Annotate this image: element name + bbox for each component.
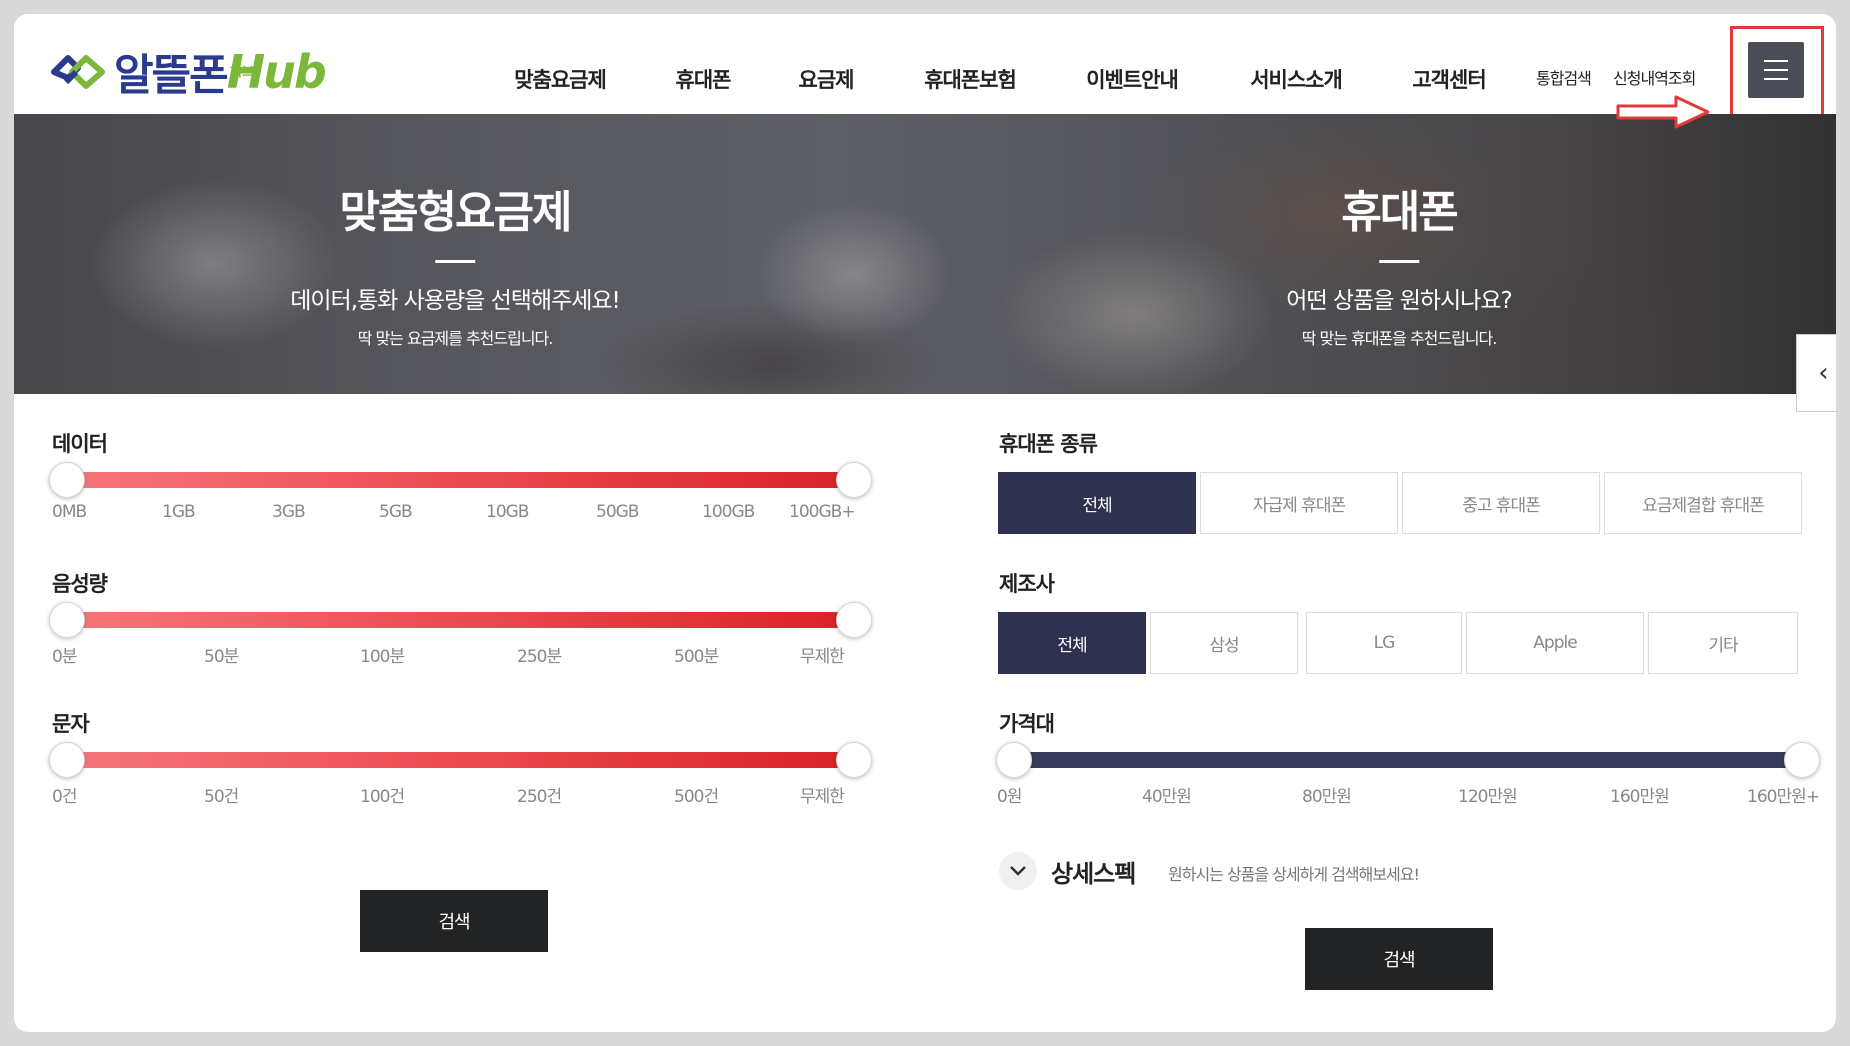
detail-spec-desc: 원하시는 상품을 상세하게 검색해보세요! <box>1168 865 1420 884</box>
sms-tick-label: 500건 <box>674 787 719 807</box>
nav-item-plan[interactable]: 요금제 <box>799 64 855 94</box>
sms-tick-label: 무제한 <box>800 787 845 807</box>
banner-divider <box>1379 260 1419 263</box>
site-logo[interactable]: 알뜰폰 Hub <box>48 42 327 102</box>
data-label: 데이터 <box>52 432 108 456</box>
data-tick-label: 50GB <box>596 502 639 522</box>
sms-label: 문자 <box>52 712 90 736</box>
page-frame: 알뜰폰 Hub 허브 맞춤요금제 휴대폰 요금제 휴대폰보험 이벤트안내 서비스… <box>14 14 1836 1032</box>
data-slider-max-handle[interactable] <box>836 462 872 498</box>
nav-item-service-intro[interactable]: 서비스소개 <box>1250 64 1343 94</box>
hero-banner: 맞춤형요금제 데이터,통화 사용량을 선택해주세요! 딱 맞는 요금제를 추천드… <box>14 114 1836 394</box>
sms-slider-min-handle[interactable] <box>49 742 85 778</box>
banner-title: 맞춤형요금제 <box>339 187 573 238</box>
banner-divider <box>435 260 475 263</box>
sms-tick-label: 250건 <box>517 787 562 807</box>
nav-item-customer-center[interactable]: 고객센터 <box>1412 64 1486 94</box>
data-slider-track[interactable] <box>66 472 866 488</box>
arrow-annotation-icon <box>1616 95 1710 129</box>
banner-desc: 딱 맞는 휴대폰을 추천드립니다. <box>1301 329 1498 348</box>
voice-slider-track[interactable] <box>66 612 866 628</box>
util-link-search[interactable]: 통합검색 <box>1536 65 1592 89</box>
voice-tick-label: 0분 <box>52 647 77 667</box>
voice-tick-label: 50분 <box>204 647 239 667</box>
phone-type-label: 휴대폰 종류 <box>999 432 1098 456</box>
price-tick-label: 40만원 <box>1142 787 1192 807</box>
maker-option[interactable]: 기타 <box>1648 612 1798 674</box>
maker-option[interactable]: LG <box>1306 612 1462 674</box>
price-slider-min-handle[interactable] <box>996 742 1032 778</box>
chevron-left-icon: ‹ <box>1818 358 1829 388</box>
hamburger-menu-button[interactable] <box>1748 42 1804 98</box>
data-slider-min-handle[interactable] <box>49 462 85 498</box>
sms-tick-label: 100건 <box>360 787 405 807</box>
maker-option[interactable]: 삼성 <box>1150 612 1298 674</box>
voice-label: 음성량 <box>52 572 108 596</box>
price-slider-track[interactable] <box>1014 752 1814 768</box>
logo-icon <box>48 49 110 95</box>
site-header: 알뜰폰 Hub 허브 맞춤요금제 휴대폰 요금제 휴대폰보험 이벤트안내 서비스… <box>14 14 1836 118</box>
hamburger-menu-icon-line <box>1764 78 1788 80</box>
util-link-order-lookup[interactable]: 신청내역조회 <box>1613 65 1696 89</box>
nav-item-phone-insurance[interactable]: 휴대폰보험 <box>924 64 1017 94</box>
price-tick-label: 160만원+ <box>1747 787 1820 807</box>
voice-slider-max-handle[interactable] <box>836 602 872 638</box>
voice-tick-label: 250분 <box>517 647 562 667</box>
banner-custom-plan: 맞춤형요금제 데이터,통화 사용량을 선택해주세요! 딱 맞는 요금제를 추천드… <box>290 114 621 349</box>
phone-type-option[interactable]: 중고 휴대폰 <box>1402 472 1600 534</box>
chevron-down-icon <box>1010 866 1026 876</box>
phone-search-button[interactable]: 검색 <box>1305 928 1493 990</box>
price-tick-label: 80만원 <box>1302 787 1352 807</box>
banner-phone: 휴대폰 어떤 상품을 원하시나요? 딱 맞는 휴대폰을 추천드립니다. <box>1286 114 1512 349</box>
data-tick-label: 3GB <box>272 502 306 522</box>
banner-subtitle: 어떤 상품을 원하시나요? <box>1286 288 1512 314</box>
phone-type-option[interactable]: 전체 <box>998 472 1196 534</box>
price-slider-max-handle[interactable] <box>1784 742 1820 778</box>
voice-tick-label: 100분 <box>360 647 405 667</box>
maker-option[interactable]: Apple <box>1466 612 1644 674</box>
data-tick-label: 5GB <box>379 502 413 522</box>
nav-item-events[interactable]: 이벤트안내 <box>1086 64 1179 94</box>
maker-option[interactable]: 전체 <box>998 612 1146 674</box>
sms-slider-max-handle[interactable] <box>836 742 872 778</box>
data-tick-label: 100GB <box>702 502 755 522</box>
price-label: 가격대 <box>999 712 1055 736</box>
maker-label: 제조사 <box>999 572 1055 596</box>
price-tick-label: 120만원 <box>1458 787 1518 807</box>
voice-slider-min-handle[interactable] <box>49 602 85 638</box>
nav-item-custom-plan[interactable]: 맞춤요금제 <box>514 64 607 94</box>
nav-item-phone[interactable]: 휴대폰 <box>676 64 732 94</box>
data-tick-label: 0MB <box>52 502 87 522</box>
sms-tick-label: 50건 <box>204 787 239 807</box>
hamburger-menu-icon-line <box>1764 69 1788 71</box>
data-tick-label: 1GB <box>162 502 196 522</box>
phone-type-option[interactable]: 자급제 휴대폰 <box>1200 472 1398 534</box>
logo-subtext: 허브 <box>230 65 254 80</box>
hamburger-menu-icon <box>1764 60 1788 62</box>
detail-spec-toggle[interactable] <box>999 852 1037 890</box>
banner-subtitle: 데이터,통화 사용량을 선택해주세요! <box>290 288 621 314</box>
phone-type-option[interactable]: 요금제결합 휴대폰 <box>1604 472 1802 534</box>
logo-text: 알뜰폰 <box>114 51 229 101</box>
sms-tick-label: 0건 <box>52 787 77 807</box>
detail-spec-title[interactable]: 상세스펙 <box>1051 854 1136 889</box>
banner-desc: 딱 맞는 요금제를 추천드립니다. <box>357 329 554 348</box>
price-tick-label: 160만원 <box>1610 787 1670 807</box>
price-tick-label: 0원 <box>997 787 1022 807</box>
data-tick-label: 100GB+ <box>789 502 856 522</box>
banner-title: 휴대폰 <box>1341 187 1458 238</box>
plan-search-button[interactable]: 검색 <box>360 890 548 952</box>
side-panel-toggle[interactable]: ‹ <box>1796 334 1836 412</box>
sms-slider-track[interactable] <box>66 752 866 768</box>
voice-tick-label: 무제한 <box>800 647 845 667</box>
data-tick-label: 10GB <box>486 502 529 522</box>
voice-tick-label: 500분 <box>674 647 719 667</box>
